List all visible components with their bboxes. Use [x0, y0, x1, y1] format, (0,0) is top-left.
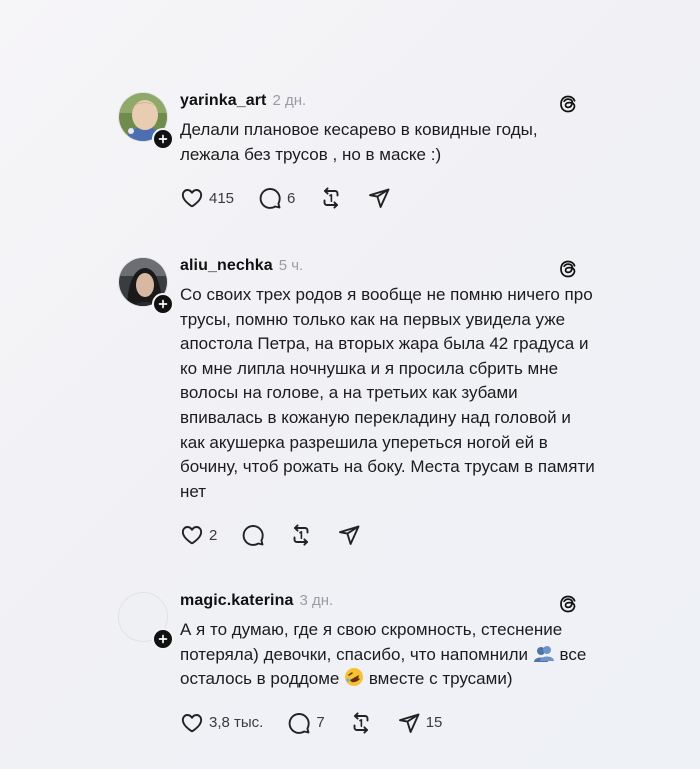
reply-count: 6: [287, 189, 296, 207]
reply-button[interactable]: 7: [287, 711, 325, 735]
send-icon: [397, 711, 421, 735]
username[interactable]: yarinka_art: [180, 92, 267, 110]
speech-bubble-icon: [258, 186, 282, 210]
threads-logo-icon[interactable]: [558, 94, 578, 114]
post-content: magic.katerina 3 дн. А я то думаю, где я…: [180, 592, 598, 735]
post-time: 2 дн.: [272, 92, 307, 109]
reply-count: 7: [316, 714, 325, 732]
post-header: yarinka_art 2 дн.: [180, 92, 598, 118]
send-icon: [367, 186, 391, 210]
username[interactable]: magic.katerina: [180, 592, 293, 610]
plus-icon: [156, 132, 170, 146]
post-text: Делали плановое кесарево в ковидные годы…: [180, 120, 538, 164]
repost-icon: [319, 186, 343, 210]
repost-icon: [349, 711, 373, 735]
post-header: aliu_nechka 5 ч.: [180, 257, 598, 283]
repost-icon: [289, 523, 313, 547]
reply-button[interactable]: 6: [258, 186, 295, 210]
follow-plus-badge[interactable]: [152, 293, 174, 315]
post-content: yarinka_art 2 дн. Делали плановое кесаре…: [180, 92, 598, 210]
like-button[interactable]: 2: [180, 523, 217, 547]
post-content: aliu_nechka 5 ч. Со своих трех родов я в…: [180, 257, 598, 547]
follow-plus-badge[interactable]: [152, 128, 174, 150]
repost-button[interactable]: [319, 186, 343, 210]
repost-button[interactable]: [289, 523, 313, 547]
like-button[interactable]: 415: [180, 186, 234, 210]
busts-in-silhouette-icon: [533, 645, 554, 662]
rolling-laughing-emoji-icon: [345, 668, 364, 687]
share-button[interactable]: 15: [397, 711, 443, 735]
action-bar: 2: [180, 523, 598, 547]
speech-bubble-icon: [241, 523, 265, 547]
repost-button[interactable]: [349, 711, 373, 735]
follow-plus-badge[interactable]: [152, 628, 174, 650]
avatar-container[interactable]: [118, 257, 174, 315]
heart-icon: [180, 711, 204, 735]
post-time: 5 ч.: [278, 257, 304, 274]
avatar-container[interactable]: [118, 92, 174, 150]
share-count: 15: [425, 714, 443, 732]
post-time: 3 дн.: [299, 592, 334, 609]
share-button[interactable]: [337, 523, 361, 547]
share-button[interactable]: [367, 186, 391, 210]
post-text: А я то думаю, где я свою скромность, сте…: [180, 618, 600, 692]
action-bar: 415 6: [180, 186, 598, 210]
avatar-container[interactable]: [118, 592, 174, 650]
heart-icon: [180, 523, 204, 547]
speech-bubble-icon: [287, 711, 311, 735]
send-icon: [337, 523, 361, 547]
threads-logo-icon[interactable]: [558, 594, 578, 614]
plus-icon: [156, 632, 170, 646]
threads-logo-icon[interactable]: [558, 259, 578, 279]
username[interactable]: aliu_nechka: [180, 257, 273, 275]
like-button[interactable]: 3,8 тыс.: [180, 711, 263, 735]
like-count: 3,8 тыс.: [209, 714, 264, 732]
post-text-part: А я то думаю, где я свою скромность, сте…: [180, 620, 563, 664]
like-count: 415: [209, 189, 235, 207]
like-count: 2: [209, 526, 218, 544]
action-bar: 3,8 тыс. 7 15: [180, 711, 598, 735]
heart-icon: [180, 186, 204, 210]
post-header: magic.katerina 3 дн.: [180, 592, 598, 618]
plus-icon: [156, 297, 170, 311]
reply-button[interactable]: [241, 523, 265, 547]
post-text-part: вместе с трусами): [368, 669, 513, 689]
post-text: Со своих трех родов я вообще не помню ни…: [180, 285, 595, 501]
